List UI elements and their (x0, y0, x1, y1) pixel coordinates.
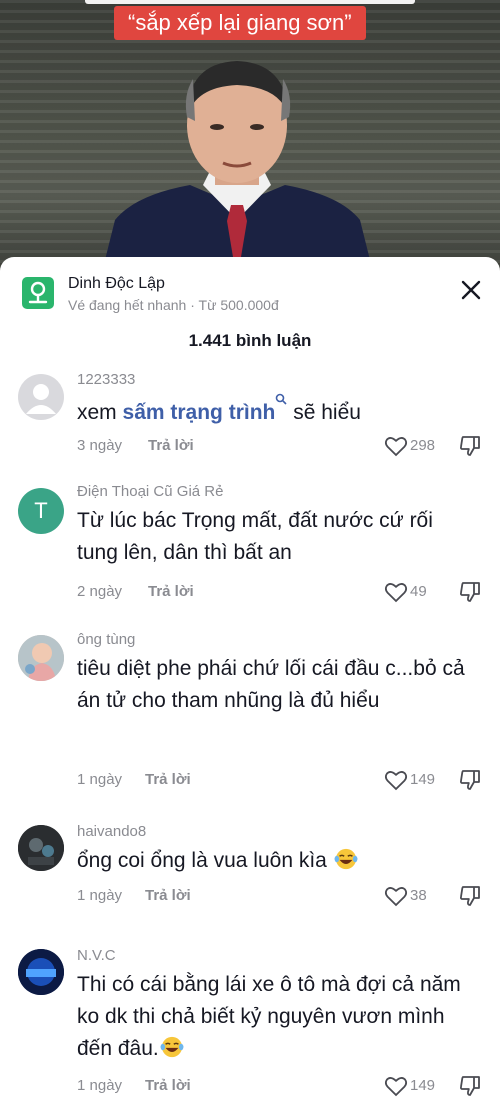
anchor-subtitle: Vé đang hết nhanh · Từ 500.000đ (68, 297, 279, 313)
heart-icon[interactable] (384, 580, 408, 604)
comment-username[interactable]: ông tùng (77, 631, 135, 648)
comment-username[interactable]: N.V.C (77, 947, 116, 964)
comment-time: 2 ngày (77, 583, 123, 600)
search-link[interactable]: sấm trạng trình (123, 401, 276, 424)
heart-icon[interactable] (384, 1074, 408, 1098)
dislike-icon[interactable] (458, 768, 482, 792)
comment-username[interactable]: 1223333 (77, 371, 135, 388)
baby-photo-avatar[interactable] (18, 635, 64, 681)
comment-text: xem sấm trạng trình sẽ hiểu (77, 393, 482, 429)
like-count: 149 (410, 771, 436, 788)
comments-sheet: Dinh Độc Lập Vé đang hết nhanh · Từ 500.… (0, 257, 500, 1116)
comment-item: 1223333 xem sấm trạng trình sẽ hiểu 3 ng… (0, 371, 500, 471)
comment-item: haivando8 ổng coi ổng là vua luôn kìa 1 … (0, 823, 500, 923)
comment-time: 3 ngày (77, 437, 123, 454)
laughing-emoji-icon (334, 848, 358, 870)
dislike-icon[interactable] (458, 580, 482, 604)
comment-count: 1.441 bình luận (188, 331, 312, 350)
comment-text: Từ lúc bác Trọng mất, đất nước cứ rối tu… (77, 509, 433, 564)
video-frame-person (100, 61, 375, 280)
anchor-title: Dinh Độc Lập (68, 275, 165, 292)
comment-item: N.V.C Thi có cái bằng lái xe ô tô mà đợi… (0, 947, 500, 1107)
dislike-icon[interactable] (458, 884, 482, 908)
heart-icon[interactable] (384, 884, 408, 908)
comment-text: tiêu diệt phe phái chứ lối cái đầu c...b… (77, 657, 465, 712)
comment-time: 1 ngày (77, 1077, 123, 1094)
like-count: 38 (410, 887, 427, 904)
close-icon[interactable] (456, 275, 486, 305)
blue-logo-avatar[interactable] (18, 949, 64, 995)
comment-text: Thi có cái bằng lái xe ô tô mà đợi cả nă… (77, 973, 461, 1060)
search-icon[interactable] (275, 393, 287, 405)
comment-text: ổng coi ổng là vua luôn kìa (77, 845, 482, 877)
reply-button[interactable]: Trả lời (148, 583, 194, 600)
laughing-emoji-icon (160, 1036, 184, 1058)
comment-username[interactable]: haivando8 (77, 823, 146, 840)
video-player[interactable]: “sắp xếp lại giang sơn” (0, 0, 500, 280)
heart-icon[interactable] (384, 434, 408, 458)
like-count: 298 (410, 437, 436, 454)
progress-indicator (85, 0, 415, 4)
video-caption: “sắp xếp lại giang sơn” (114, 6, 366, 40)
reply-button[interactable]: Trả lời (145, 771, 191, 788)
like-count: 149 (410, 1077, 436, 1094)
comment-item: ông tùng tiêu diệt phe phái chứ lối cái … (0, 631, 500, 801)
reply-button[interactable]: Trả lời (145, 887, 191, 904)
comment-time: 1 ngày (77, 771, 123, 788)
dislike-icon[interactable] (458, 1074, 482, 1098)
dislike-icon[interactable] (458, 434, 482, 458)
comment-username[interactable]: Điện Thoại Cũ Giá Rẻ (77, 483, 223, 500)
heart-icon[interactable] (384, 768, 408, 792)
location-anchor[interactable]: Dinh Độc Lập Vé đang hết nhanh · Từ 500.… (22, 275, 422, 315)
like-count: 49 (410, 583, 427, 600)
comment-item: T Điện Thoại Cũ Giá Rẻ Từ lúc bác Trọng … (0, 483, 500, 613)
dark-photo-avatar[interactable] (18, 825, 64, 871)
reply-button[interactable]: Trả lời (145, 1077, 191, 1094)
comment-time: 1 ngày (77, 887, 123, 904)
default-avatar-icon[interactable] (18, 374, 64, 420)
map-pin-icon (22, 277, 54, 309)
letter-avatar[interactable]: T (18, 488, 64, 534)
reply-button[interactable]: Trả lời (148, 437, 194, 454)
